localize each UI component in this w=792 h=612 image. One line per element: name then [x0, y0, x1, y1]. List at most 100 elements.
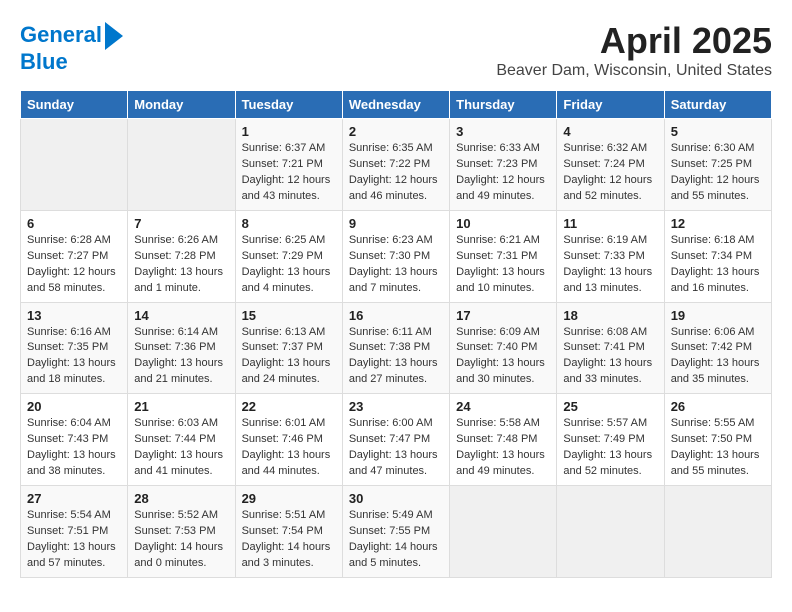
- day-info: Sunrise: 5:49 AM Sunset: 7:55 PM Dayligh…: [349, 508, 443, 572]
- calendar-table: SundayMondayTuesdayWednesdayThursdayFrid…: [20, 90, 772, 578]
- calendar-cell: 2 Sunrise: 6:35 AM Sunset: 7:22 PM Daylig…: [342, 119, 449, 211]
- calendar-cell: 14Sunrise: 6:14 AM Sunset: 7:36 PM Dayli…: [128, 302, 235, 394]
- day-number: 15: [242, 308, 336, 323]
- day-number: 30: [349, 491, 443, 506]
- calendar-cell: [21, 119, 128, 211]
- calendar-cell: 28Sunrise: 5:52 AM Sunset: 7:53 PM Dayli…: [128, 486, 235, 578]
- day-number: 26: [671, 399, 765, 414]
- day-info: Sunrise: 6:11 AM Sunset: 7:38 PM Dayligh…: [349, 325, 443, 389]
- calendar-cell: 26 Sunrise: 5:55 AM Sunset: 7:50 PM Dayli…: [664, 394, 771, 486]
- day-info: Sunrise: 6:25 AM Sunset: 7:29 PM Dayligh…: [242, 233, 336, 297]
- calendar-week-row: 6 Sunrise: 6:28 AM Sunset: 7:27 PM Daylig…: [21, 210, 772, 302]
- day-info: Sunrise: 6:28 AM Sunset: 7:27 PM Dayligh…: [27, 233, 121, 297]
- page-header: General Blue April 2025 Beaver Dam, Wisc…: [20, 20, 772, 80]
- calendar-cell: 11 Sunrise: 6:19 AM Sunset: 7:33 PM Dayli…: [557, 210, 664, 302]
- day-info: Sunrise: 6:03 AM Sunset: 7:44 PM Dayligh…: [134, 416, 228, 480]
- day-info: Sunrise: 6:04 AM Sunset: 7:43 PM Dayligh…: [27, 416, 121, 480]
- day-number: 7: [134, 216, 228, 231]
- day-info: Sunrise: 6:01 AM Sunset: 7:46 PM Dayligh…: [242, 416, 336, 480]
- calendar-body: 1 Sunrise: 6:37 AM Sunset: 7:21 PM Daylig…: [21, 119, 772, 578]
- day-info: Sunrise: 6:32 AM Sunset: 7:24 PM Dayligh…: [563, 141, 657, 205]
- logo-arrow-icon: [105, 22, 123, 50]
- calendar-cell: 24 Sunrise: 5:58 AM Sunset: 7:48 PM Dayli…: [450, 394, 557, 486]
- day-number: 22: [242, 399, 336, 414]
- day-header-monday: Monday: [128, 91, 235, 119]
- day-header-tuesday: Tuesday: [235, 91, 342, 119]
- day-info: Sunrise: 6:37 AM Sunset: 7:21 PM Dayligh…: [242, 141, 336, 205]
- calendar-cell: 5 Sunrise: 6:30 AM Sunset: 7:25 PM Daylig…: [664, 119, 771, 211]
- logo-blue-text: Blue: [20, 50, 68, 74]
- location-subtitle: Beaver Dam, Wisconsin, United States: [496, 62, 772, 80]
- day-number: 9: [349, 216, 443, 231]
- day-info: Sunrise: 6:26 AM Sunset: 7:28 PM Dayligh…: [134, 233, 228, 297]
- day-info: Sunrise: 6:16 AM Sunset: 7:35 PM Dayligh…: [27, 325, 121, 389]
- day-number: 18: [563, 308, 657, 323]
- day-header-wednesday: Wednesday: [342, 91, 449, 119]
- day-header-saturday: Saturday: [664, 91, 771, 119]
- day-number: 27: [27, 491, 121, 506]
- calendar-cell: 19Sunrise: 6:06 AM Sunset: 7:42 PM Dayli…: [664, 302, 771, 394]
- calendar-week-row: 20 Sunrise: 6:04 AM Sunset: 7:43 PM Dayli…: [21, 394, 772, 486]
- calendar-cell: 16 Sunrise: 6:11 AM Sunset: 7:38 PM Dayli…: [342, 302, 449, 394]
- day-number: 8: [242, 216, 336, 231]
- calendar-week-row: 27 Sunrise: 5:54 AM Sunset: 7:51 PM Dayli…: [21, 486, 772, 578]
- calendar-week-row: 13 Sunrise: 6:16 AM Sunset: 7:35 PM Dayli…: [21, 302, 772, 394]
- calendar-header-row: SundayMondayTuesdayWednesdayThursdayFrid…: [21, 91, 772, 119]
- day-info: Sunrise: 6:33 AM Sunset: 7:23 PM Dayligh…: [456, 141, 550, 205]
- logo-text: General: [20, 23, 102, 47]
- day-number: 1: [242, 124, 336, 139]
- day-number: 17: [456, 308, 550, 323]
- day-info: Sunrise: 6:13 AM Sunset: 7:37 PM Dayligh…: [242, 325, 336, 389]
- day-info: Sunrise: 6:30 AM Sunset: 7:25 PM Dayligh…: [671, 141, 765, 205]
- day-number: 24: [456, 399, 550, 414]
- day-number: 12: [671, 216, 765, 231]
- day-info: Sunrise: 6:00 AM Sunset: 7:47 PM Dayligh…: [349, 416, 443, 480]
- day-number: 2: [349, 124, 443, 139]
- calendar-cell: 23 Sunrise: 6:00 AM Sunset: 7:47 PM Dayli…: [342, 394, 449, 486]
- calendar-cell: 18 Sunrise: 6:08 AM Sunset: 7:41 PM Dayli…: [557, 302, 664, 394]
- day-info: Sunrise: 6:18 AM Sunset: 7:34 PM Dayligh…: [671, 233, 765, 297]
- calendar-cell: [450, 486, 557, 578]
- calendar-cell: 3 Sunrise: 6:33 AM Sunset: 7:23 PM Daylig…: [450, 119, 557, 211]
- month-year-title: April 2025: [496, 20, 772, 62]
- day-number: 10: [456, 216, 550, 231]
- calendar-cell: 25Sunrise: 5:57 AM Sunset: 7:49 PM Dayli…: [557, 394, 664, 486]
- day-number: 20: [27, 399, 121, 414]
- day-info: Sunrise: 6:21 AM Sunset: 7:31 PM Dayligh…: [456, 233, 550, 297]
- day-info: Sunrise: 5:58 AM Sunset: 7:48 PM Dayligh…: [456, 416, 550, 480]
- day-info: Sunrise: 6:08 AM Sunset: 7:41 PM Dayligh…: [563, 325, 657, 389]
- day-header-friday: Friday: [557, 91, 664, 119]
- day-info: Sunrise: 6:35 AM Sunset: 7:22 PM Dayligh…: [349, 141, 443, 205]
- day-info: Sunrise: 5:55 AM Sunset: 7:50 PM Dayligh…: [671, 416, 765, 480]
- day-number: 29: [242, 491, 336, 506]
- day-number: 21: [134, 399, 228, 414]
- day-number: 3: [456, 124, 550, 139]
- calendar-cell: 30 Sunrise: 5:49 AM Sunset: 7:55 PM Dayli…: [342, 486, 449, 578]
- day-info: Sunrise: 6:06 AM Sunset: 7:42 PM Dayligh…: [671, 325, 765, 389]
- day-info: Sunrise: 6:19 AM Sunset: 7:33 PM Dayligh…: [563, 233, 657, 297]
- day-number: 6: [27, 216, 121, 231]
- day-number: 16: [349, 308, 443, 323]
- day-number: 4: [563, 124, 657, 139]
- calendar-cell: 13 Sunrise: 6:16 AM Sunset: 7:35 PM Dayli…: [21, 302, 128, 394]
- day-number: 5: [671, 124, 765, 139]
- day-number: 13: [27, 308, 121, 323]
- day-info: Sunrise: 5:57 AM Sunset: 7:49 PM Dayligh…: [563, 416, 657, 480]
- calendar-cell: [664, 486, 771, 578]
- calendar-cell: 4 Sunrise: 6:32 AM Sunset: 7:24 PM Daylig…: [557, 119, 664, 211]
- day-info: Sunrise: 5:52 AM Sunset: 7:53 PM Dayligh…: [134, 508, 228, 572]
- day-number: 23: [349, 399, 443, 414]
- day-info: Sunrise: 6:09 AM Sunset: 7:40 PM Dayligh…: [456, 325, 550, 389]
- calendar-cell: 17 Sunrise: 6:09 AM Sunset: 7:40 PM Dayli…: [450, 302, 557, 394]
- day-header-sunday: Sunday: [21, 91, 128, 119]
- calendar-week-row: 1 Sunrise: 6:37 AM Sunset: 7:21 PM Daylig…: [21, 119, 772, 211]
- calendar-cell: 29Sunrise: 5:51 AM Sunset: 7:54 PM Dayli…: [235, 486, 342, 578]
- day-number: 14: [134, 308, 228, 323]
- calendar-cell: 9Sunrise: 6:23 AM Sunset: 7:30 PM Daylig…: [342, 210, 449, 302]
- calendar-cell: 1 Sunrise: 6:37 AM Sunset: 7:21 PM Daylig…: [235, 119, 342, 211]
- calendar-cell: 15 Sunrise: 6:13 AM Sunset: 7:37 PM Dayli…: [235, 302, 342, 394]
- day-info: Sunrise: 5:54 AM Sunset: 7:51 PM Dayligh…: [27, 508, 121, 572]
- calendar-cell: 8 Sunrise: 6:25 AM Sunset: 7:29 PM Daylig…: [235, 210, 342, 302]
- calendar-cell: [557, 486, 664, 578]
- day-number: 11: [563, 216, 657, 231]
